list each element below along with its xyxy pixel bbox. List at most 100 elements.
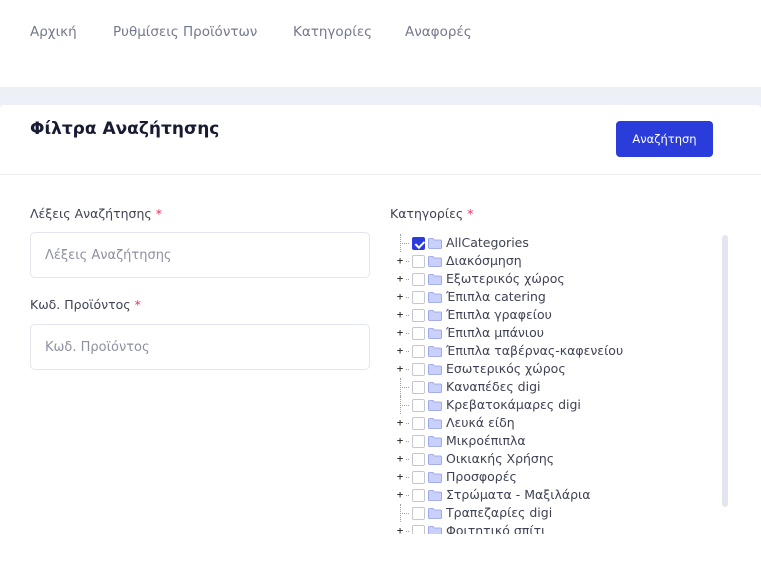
tree-item[interactable]: + Εξωτερικός χώρος <box>392 270 712 288</box>
card-header: Φίλτρα Αναζήτησης Αναζήτηση <box>0 105 761 175</box>
nav-link-home[interactable]: Αρχική <box>30 24 77 40</box>
tree-item[interactable]: + Φοιτητικό σπίτι <box>392 522 712 534</box>
expand-icon[interactable]: + <box>395 522 405 534</box>
tree-item[interactable]: + Εσωτερικός χώρος <box>392 360 712 378</box>
tree-item-label[interactable]: Έπιπλα ταβέρνας-καφενείου <box>446 342 623 360</box>
tree-scrollbar[interactable] <box>722 235 728 507</box>
tree-item-label[interactable]: Εσωτερικός χώρος <box>446 360 566 378</box>
tree-item-label[interactable]: Εξωτερικός χώρος <box>446 270 565 288</box>
folder-icon <box>428 400 442 411</box>
folder-icon <box>428 382 442 393</box>
tree-item[interactable]: Καναπέδες digi <box>392 378 712 396</box>
folder-icon <box>428 292 442 303</box>
categories-label: Κατηγορίες * <box>390 206 473 221</box>
top-navigation: Αρχική Ρυθμίσεις Προϊόντων Κατηγορίες Αν… <box>0 0 761 87</box>
tree-item-checkbox[interactable] <box>412 417 425 430</box>
required-mark: * <box>155 206 162 221</box>
expand-icon[interactable]: + <box>395 468 405 486</box>
tree-item[interactable]: AllCategories <box>392 234 712 252</box>
tree-item[interactable]: + Έπιπλα μπάνιου <box>392 324 712 342</box>
category-tree: AllCategories + Διακόσμηση + Εξωτερικός χώρο… <box>392 234 728 534</box>
expand-icon[interactable]: + <box>395 414 405 432</box>
tree-item-checkbox[interactable] <box>412 345 425 358</box>
search-button[interactable]: Αναζήτηση <box>616 121 713 157</box>
tree-item-label[interactable]: Μικροέπιπλα <box>446 432 526 450</box>
categories-label-text: Κατηγορίες <box>390 206 464 221</box>
tree-item[interactable]: + Στρώματα - Μαξιλάρια <box>392 486 712 504</box>
tree-connector-branch <box>400 387 409 388</box>
expand-icon[interactable]: + <box>395 306 405 324</box>
folder-icon <box>428 508 442 519</box>
tree-item[interactable]: + Έπιπλα catering <box>392 288 712 306</box>
required-mark: * <box>134 297 141 312</box>
tree-item-label[interactable]: Λευκά είδη <box>446 414 515 432</box>
folder-icon <box>428 472 442 483</box>
nav-link-reports[interactable]: Αναφορές <box>405 24 472 40</box>
search-filters-card: Φίλτρα Αναζήτησης Αναζήτηση Λέξεις Αναζή… <box>0 105 761 567</box>
expand-icon[interactable]: + <box>395 270 405 288</box>
tree-item-label[interactable]: Τραπεζαρίες digi <box>446 504 552 522</box>
expand-icon[interactable]: + <box>395 324 405 342</box>
tree-item[interactable]: + Έπιπλα γραφείου <box>392 306 712 324</box>
card-title: Φίλτρα Αναζήτησης <box>30 119 220 139</box>
tree-item[interactable]: + Διακόσμηση <box>392 252 712 270</box>
tree-connector-branch <box>400 513 409 514</box>
tree-item[interactable]: + Οικιακής Χρήσης <box>392 450 712 468</box>
tree-item-checkbox[interactable] <box>412 435 425 448</box>
tree-item-checkbox[interactable] <box>412 453 425 466</box>
tree-item-label[interactable]: Κρεβατοκάμαρες digi <box>446 396 581 414</box>
tree-item-label[interactable]: Έπιπλα μπάνιου <box>446 324 544 342</box>
tree-item-label[interactable]: AllCategories <box>446 234 529 252</box>
folder-icon <box>428 328 442 339</box>
nav-link-categories[interactable]: Κατηγορίες <box>293 24 372 40</box>
tree-item-label[interactable]: Στρώματα - Μαξιλάρια <box>446 486 591 504</box>
nav-link-product-settings[interactable]: Ρυθμίσεις Προϊόντων <box>113 24 257 40</box>
tree-item-checkbox[interactable] <box>412 507 425 520</box>
expand-icon[interactable]: + <box>395 450 405 468</box>
expand-icon[interactable]: + <box>395 252 405 270</box>
tree-item[interactable]: + Έπιπλα ταβέρνας-καφενείου <box>392 342 712 360</box>
product-code-label: Κωδ. Προϊόντος * <box>30 297 141 312</box>
tree-item-label[interactable]: Έπιπλα γραφείου <box>446 306 552 324</box>
expand-icon[interactable]: + <box>395 360 405 378</box>
tree-item-checkbox[interactable] <box>412 291 425 304</box>
folder-icon <box>428 436 442 447</box>
keywords-label-text: Λέξεις Αναζήτησης <box>30 206 152 221</box>
tree-item-checkbox[interactable] <box>412 381 425 394</box>
tree-item[interactable]: + Μικροέπιπλα <box>392 432 712 450</box>
tree-item-checkbox[interactable] <box>412 489 425 502</box>
tree-item-checkbox[interactable] <box>412 309 425 322</box>
keywords-label: Λέξεις Αναζήτησης * <box>30 206 162 221</box>
folder-icon <box>428 418 442 429</box>
tree-item-checkbox[interactable] <box>412 399 425 412</box>
tree-item-checkbox[interactable] <box>412 471 425 484</box>
tree-item-checkbox[interactable] <box>412 237 425 250</box>
tree-item-label[interactable]: Καναπέδες digi <box>446 378 540 396</box>
tree-item[interactable]: + Λευκά είδη <box>392 414 712 432</box>
folder-icon <box>428 454 442 465</box>
expand-icon[interactable]: + <box>395 432 405 450</box>
folder-icon <box>428 490 442 501</box>
tree-item[interactable]: Κρεβατοκάμαρες digi <box>392 396 712 414</box>
product-code-input[interactable] <box>30 324 370 370</box>
tree-item-label[interactable]: Φοιτητικό σπίτι <box>446 522 545 534</box>
expand-icon[interactable]: + <box>395 342 405 360</box>
keywords-input[interactable] <box>30 232 370 278</box>
tree-connector-branch <box>400 243 409 244</box>
tree-item-label[interactable]: Έπιπλα catering <box>446 288 546 306</box>
tree-item-label[interactable]: Διακόσμηση <box>446 252 522 270</box>
folder-icon <box>428 238 442 249</box>
tree-item-label[interactable]: Οικιακής Χρήσης <box>446 450 554 468</box>
tree-item-checkbox[interactable] <box>412 255 425 268</box>
tree-item-label[interactable]: Προσφορές <box>446 468 517 486</box>
tree-item-checkbox[interactable] <box>412 273 425 286</box>
expand-icon[interactable]: + <box>395 486 405 504</box>
tree-item-checkbox[interactable] <box>412 363 425 376</box>
tree-item-checkbox[interactable] <box>412 327 425 340</box>
folder-icon <box>428 346 442 357</box>
tree-item[interactable]: Τραπεζαρίες digi <box>392 504 712 522</box>
tree-item-checkbox[interactable] <box>412 525 425 534</box>
tree-item[interactable]: + Προσφορές <box>392 468 712 486</box>
expand-icon[interactable]: + <box>395 288 405 306</box>
required-mark: * <box>467 206 474 221</box>
